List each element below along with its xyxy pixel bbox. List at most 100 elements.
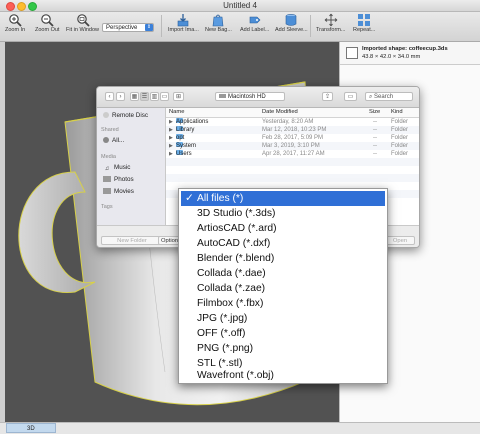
fit-in-window-button[interactable]: Fit in Window (66, 13, 99, 33)
import-button[interactable]: Import Ima... (168, 13, 199, 33)
search-placeholder: Search (374, 94, 394, 100)
file-list-header: Name Date Modified Size Kind (166, 108, 419, 118)
zoom-in-button[interactable]: Zoom In (5, 13, 25, 33)
dialog-sidebar: Remote Disc Shared All... Media ♫ Music P… (97, 108, 166, 225)
network-icon (103, 137, 109, 143)
back-button[interactable]: ‹ (105, 92, 114, 101)
file-type-option[interactable]: Filmbox (*.fbx) (181, 296, 385, 311)
new-bag-button[interactable]: New Bag... (205, 13, 232, 33)
view-mode-value: Perspective (106, 25, 138, 31)
sidebar-item-all[interactable]: All... (103, 137, 124, 144)
sidebar-item-movies[interactable]: Movies (103, 188, 134, 195)
disclosure-triangle-icon[interactable]: ▶ (169, 150, 173, 158)
media-header: Media (101, 154, 116, 160)
file-type-option[interactable]: AutoCAD (*.dxf) (181, 236, 385, 251)
search-icon: ⌕ (369, 94, 373, 100)
file-type-option[interactable]: STL (*.stl) (181, 356, 385, 371)
toolbar-divider (161, 15, 162, 37)
view-mode-select[interactable]: Perspective ⇕ (102, 23, 154, 32)
open-button[interactable]: Open (385, 236, 415, 245)
disclosure-triangle-icon[interactable]: ▶ (169, 126, 173, 134)
list-view-button[interactable]: ☰ (140, 92, 149, 101)
column-size[interactable]: Size (369, 108, 380, 117)
column-name[interactable]: Name (169, 108, 184, 117)
gallery-view-button[interactable]: ▭ (160, 92, 169, 101)
import-icon (178, 14, 189, 27)
zoom-out-button[interactable]: Zoom Out (35, 13, 59, 33)
file-size: -- (373, 127, 377, 133)
file-type-option[interactable]: Collada (*.dae) (181, 266, 385, 281)
chevron-updown-icon: ⇕ (145, 24, 153, 31)
column-date-modified[interactable]: Date Modified (262, 108, 298, 117)
tag-button[interactable]: ▭ (344, 92, 357, 101)
icon-view-button[interactable]: ▦ (130, 92, 139, 101)
remote-disc-label: Remote Disc (112, 112, 149, 119)
file-name-text: opt (176, 135, 185, 141)
disclosure-triangle-icon[interactable]: ▶ (169, 134, 173, 142)
add-sleeve-button[interactable]: Add Sleeve... (275, 13, 308, 33)
add-sleeve-label: Add Sleeve... (275, 27, 308, 33)
sidebar-item-music[interactable]: ♫ Music (103, 164, 131, 172)
forward-button[interactable]: › (116, 92, 125, 101)
file-row[interactable]: ▶ Applications Yesterday, 8:20 AM -- Fol… (166, 118, 419, 126)
toolbar-divider (310, 15, 311, 37)
music-icon: ♫ (104, 166, 110, 172)
arrange-button[interactable]: ⊞ (173, 92, 184, 101)
sidebar-item-remote-disc[interactable]: Remote Disc (103, 112, 148, 119)
bag-icon (213, 14, 224, 27)
file-name-text: Users (176, 151, 192, 157)
empty-row (166, 174, 419, 182)
file-row[interactable]: ▶ Users Apr 28, 2017, 11:27 AM -- Folder (166, 150, 419, 158)
new-bag-label: New Bag... (205, 27, 232, 33)
share-button[interactable]: ⇪ (322, 92, 333, 101)
checkmark-icon: ✓ (185, 193, 194, 204)
zoom-out-icon (41, 14, 54, 27)
photos-label: Photos (114, 176, 134, 183)
file-type-option[interactable]: OFF (*.off) (181, 326, 385, 341)
fit-in-window-label: Fit in Window (66, 27, 100, 33)
file-date: Feb 28, 2017, 5:09 PM (262, 135, 324, 141)
title-bar: Untitled 4 (0, 0, 480, 12)
repeat-button[interactable]: Repeat... (353, 13, 375, 33)
location-popup[interactable]: Macintosh HD (215, 92, 285, 101)
disclosure-triangle-icon[interactable]: ▶ (169, 118, 173, 126)
file-row[interactable]: ▶ System Mar 3, 2019, 3:10 PM -- Folder (166, 142, 419, 150)
file-kind: Folder (391, 135, 409, 141)
file-type-option[interactable]: Collada (*.zae) (181, 281, 385, 296)
file-size: -- (373, 143, 377, 149)
column-kind[interactable]: Kind (391, 108, 403, 117)
transform-button[interactable]: Transform... (316, 13, 345, 33)
view-3d-tab[interactable]: 3D (6, 423, 56, 433)
file-type-option[interactable]: ✓ All files (*) (181, 191, 385, 206)
file-type-option[interactable]: JPG (*.jpg) (181, 311, 385, 326)
file-type-label: All files (*) (197, 193, 244, 204)
new-folder-button[interactable]: New Folder (101, 236, 163, 245)
empty-row (166, 158, 419, 166)
repeat-icon (358, 14, 371, 26)
file-name-text: Library (176, 127, 195, 133)
sidebar-item-photos[interactable]: Photos (103, 176, 134, 183)
add-label-button[interactable]: Add Label... (240, 13, 269, 33)
file-name-text: System (176, 143, 197, 149)
file-type-option[interactable]: 3D Studio (*.3ds) (181, 206, 385, 221)
search-field[interactable]: ⌕ Search (365, 92, 413, 101)
file-row[interactable]: ▶ opt Feb 28, 2017, 5:09 PM -- Folder (166, 134, 419, 142)
file-row[interactable]: ▶ Library Mar 12, 2018, 10:23 PM -- Fold… (166, 126, 419, 134)
file-kind: Folder (391, 127, 409, 133)
transform-icon (324, 13, 338, 27)
zoom-in-icon (9, 14, 22, 27)
file-type-option[interactable]: ArtiosCAD (*.ard) (181, 221, 385, 236)
location-value: Macintosh HD (228, 94, 266, 100)
fit-window-icon (76, 14, 90, 27)
camera-icon (103, 176, 111, 182)
shared-header: Shared (101, 127, 119, 133)
file-type-option[interactable]: Wavefront (*.obj) (181, 370, 385, 382)
disclosure-triangle-icon[interactable]: ▶ (169, 142, 173, 150)
file-date: Mar 12, 2018, 10:23 PM (262, 127, 327, 133)
file-type-option[interactable]: Blender (*.blend) (181, 251, 385, 266)
file-date: Yesterday, 8:20 AM (262, 119, 314, 125)
file-size: -- (373, 151, 377, 157)
column-view-button[interactable]: ▥ (150, 92, 159, 101)
imported-shape-name: Imported shape: coffeecup.3ds (362, 46, 448, 52)
file-type-option[interactable]: PNG (*.png) (181, 341, 385, 356)
